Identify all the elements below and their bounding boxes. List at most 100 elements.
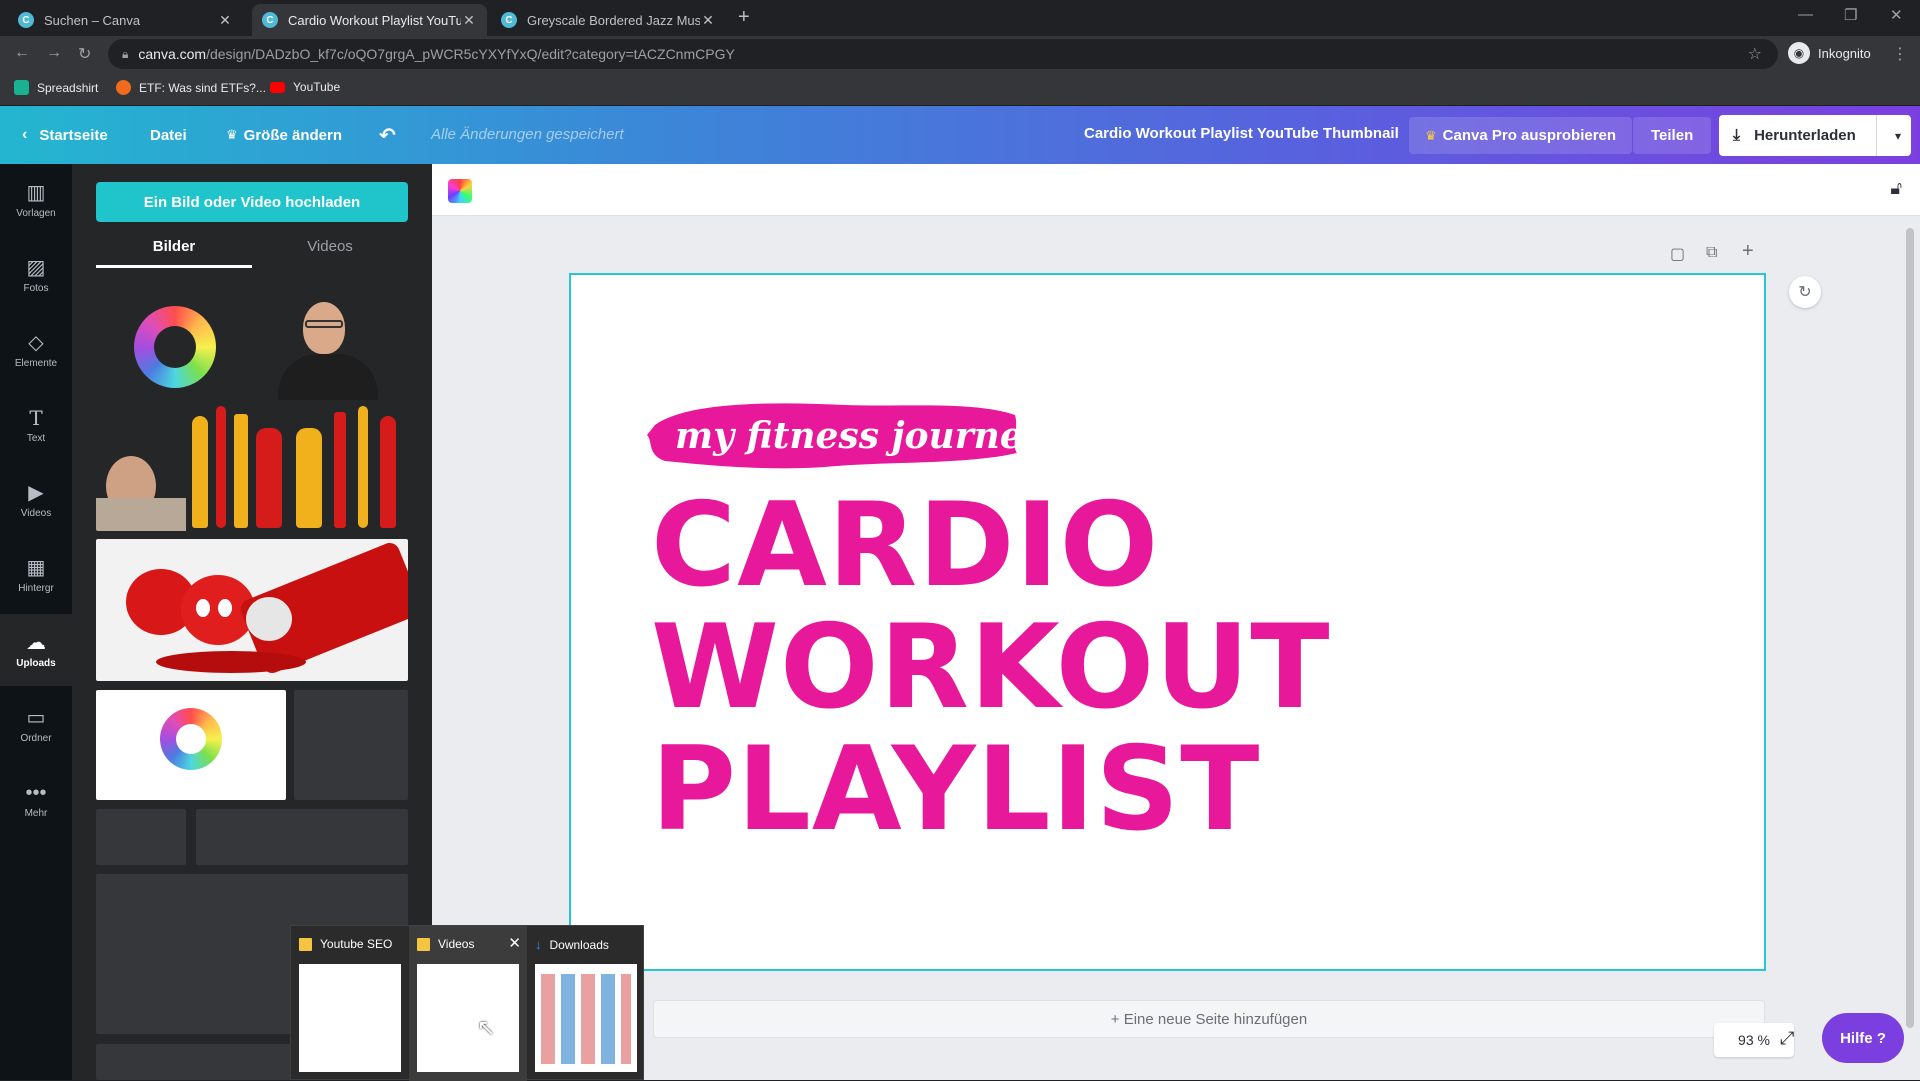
portrait-face bbox=[303, 302, 345, 354]
bookmark-star-icon[interactable]: ☆ bbox=[1748, 44, 1762, 64]
home-button[interactable]: ‹ Startseite bbox=[22, 106, 108, 164]
more-icon: ••• bbox=[25, 781, 47, 804]
url-path: /design/DADzbO_kf7c/oQO7grgA_pWCR5cYXYfY… bbox=[206, 46, 735, 62]
tab-videos[interactable]: Videos bbox=[252, 238, 408, 268]
rail-item-hintergrund[interactable]: ▦ Hintergr bbox=[0, 539, 72, 611]
saved-status: Alle Änderungen gespeichert bbox=[431, 126, 624, 143]
file-menu-button[interactable]: Datei bbox=[150, 106, 187, 164]
crown-icon: ♛ bbox=[226, 127, 238, 142]
rail-item-elemente[interactable]: ◇ Elemente bbox=[0, 314, 72, 386]
browser-toolbar: ← → ↻ 🔒︎ canva.com /design/DADzbO_kf7c/o… bbox=[0, 36, 1920, 72]
folder-icon bbox=[299, 937, 312, 951]
upload-thumb-color-diagram[interactable] bbox=[96, 690, 286, 800]
rail-item-vorlagen[interactable]: ▥ Vorlagen bbox=[0, 164, 72, 236]
pro-label: Canva Pro ausprobieren bbox=[1442, 127, 1617, 144]
color-picker-icon[interactable] bbox=[448, 179, 472, 203]
duplicate-page-icon[interactable]: ⧉ bbox=[1706, 244, 1717, 262]
close-tab-icon[interactable]: ✕ bbox=[461, 12, 477, 29]
portrait-shirt bbox=[278, 354, 378, 400]
headline-line: CARDIO bbox=[651, 478, 1160, 613]
undo-icon[interactable]: ↶ bbox=[379, 106, 396, 164]
rail-item-videos[interactable]: ▶ Videos bbox=[0, 464, 72, 536]
restore-icon[interactable]: ❐ bbox=[1844, 6, 1857, 24]
window-thumbnail bbox=[535, 964, 637, 1072]
lock-icon[interactable]: 🔓︎ bbox=[1890, 178, 1902, 199]
close-icon[interactable]: ✕ bbox=[508, 934, 521, 952]
back-icon[interactable]: ← bbox=[14, 44, 30, 62]
browser-tab-bar: C Suchen – Canva ✕ C Cardio Workout Play… bbox=[0, 0, 1920, 36]
color-wheel-hole bbox=[154, 326, 196, 368]
minimize-icon[interactable]: — bbox=[1798, 6, 1813, 23]
upload-thumb-placeholder[interactable] bbox=[196, 809, 408, 865]
bookmark-youtube[interactable]: YouTube bbox=[270, 80, 340, 94]
rail-item-text[interactable]: T Text bbox=[0, 389, 72, 461]
close-tab-icon[interactable]: ✕ bbox=[700, 12, 716, 29]
bookmark-spreadshirt[interactable]: Spreadshirt bbox=[14, 80, 98, 95]
headline-text[interactable]: CARDIO WORKOUT PLAYLIST bbox=[651, 485, 1331, 851]
rail-label: Fotos bbox=[23, 282, 49, 294]
upload-thumb-portrait[interactable] bbox=[258, 294, 408, 400]
address-bar[interactable]: 🔒︎ canva.com /design/DADzbO_kf7c/oQO7grg… bbox=[108, 39, 1778, 69]
browser-menu-icon[interactable]: ⋮ bbox=[1892, 44, 1908, 64]
rotate-icon[interactable]: ↻ bbox=[1789, 276, 1821, 308]
tomato-eye bbox=[196, 599, 210, 617]
rail-item-mehr[interactable]: ••• Mehr bbox=[0, 764, 72, 836]
reload-icon[interactable]: ↻ bbox=[78, 44, 91, 64]
url-host: canva.com bbox=[138, 46, 207, 62]
preview-title: Downloads bbox=[549, 937, 609, 952]
rail-label: Mehr bbox=[24, 807, 48, 819]
close-window-icon[interactable]: ✕ bbox=[1890, 6, 1903, 24]
share-button[interactable]: Teilen bbox=[1633, 117, 1712, 154]
tab-title: Cardio Workout Playlist YouTube bbox=[288, 12, 461, 28]
knife-yellow bbox=[358, 406, 368, 528]
add-new-page-button[interactable]: + Eine neue Seite hinzufügen bbox=[653, 1000, 1765, 1038]
resize-button[interactable]: ♛ Größe ändern bbox=[226, 106, 342, 164]
upload-thumb-tomatoes[interactable] bbox=[96, 539, 408, 681]
upload-thumb-placeholder[interactable] bbox=[294, 690, 408, 800]
fullscreen-icon[interactable]: ⤢ bbox=[1780, 1028, 1794, 1049]
file-label: Datei bbox=[150, 126, 187, 144]
uploads-icon: ☁ bbox=[26, 631, 46, 654]
browser-tab-jazz-music[interactable]: C Greyscale Bordered Jazz Music Y ✕ bbox=[491, 4, 726, 36]
new-tab-icon[interactable]: + bbox=[738, 6, 750, 29]
browser-tab-cardio-workout[interactable]: C Cardio Workout Playlist YouTube ✕ bbox=[252, 4, 487, 36]
rail-item-uploads[interactable]: ☁ Uploads bbox=[0, 614, 72, 686]
try-canva-pro-button[interactable]: ♛ Canva Pro ausprobieren bbox=[1409, 117, 1633, 154]
upload-thumb-placeholder[interactable] bbox=[96, 809, 186, 865]
canva-header: ‹ Startseite Datei ♛ Größe ändern ↶ Alle… bbox=[0, 106, 1920, 164]
background-icon: ▦ bbox=[26, 556, 46, 579]
help-button[interactable]: Hilfe ? bbox=[1822, 1013, 1904, 1063]
editor-toolbar: 🔓︎ bbox=[432, 164, 1920, 216]
close-tab-icon[interactable]: ✕ bbox=[217, 12, 233, 29]
browser-tab-search-canva[interactable]: C Suchen – Canva ✕ bbox=[8, 4, 243, 36]
incognito-icon: ◉ bbox=[1788, 42, 1810, 64]
bookmark-label: YouTube bbox=[293, 80, 341, 94]
incognito-profile[interactable]: ◉ Inkognito bbox=[1788, 42, 1871, 64]
share-label: Teilen bbox=[1651, 127, 1694, 144]
preview-window-videos[interactable]: Videos ✕ bbox=[409, 926, 527, 1081]
vertical-scrollbar[interactable] bbox=[1906, 228, 1914, 1028]
preview-title: Youtube SEO bbox=[320, 937, 393, 951]
download-label: Herunterladen bbox=[1754, 127, 1856, 144]
design-canvas[interactable]: my fitness journey CARDIO WORKOUT PLAYLI… bbox=[569, 273, 1766, 971]
preview-window-downloads[interactable]: ↓ Downloads bbox=[527, 926, 645, 1081]
tab-title: Suchen – Canva bbox=[44, 12, 141, 28]
page-notes-icon[interactable]: ▢ bbox=[1670, 244, 1685, 264]
bookmark-etf[interactable]: ETF: Was sind ETFs?... bbox=[116, 80, 266, 95]
forward-icon[interactable]: → bbox=[46, 44, 62, 62]
design-title[interactable]: Cardio Workout Playlist YouTube Thumbnai… bbox=[1084, 125, 1399, 142]
tagline-text[interactable]: my fitness journey bbox=[675, 415, 1044, 457]
upload-thumb-cutlery[interactable] bbox=[96, 406, 408, 531]
chevron-down-icon[interactable]: ▾ bbox=[1895, 129, 1901, 143]
rail-item-fotos[interactable]: ▨ Fotos bbox=[0, 239, 72, 311]
add-page-icon[interactable]: + bbox=[1742, 240, 1754, 263]
rail-label: Uploads bbox=[16, 657, 56, 669]
upload-thumb-color-wheel[interactable] bbox=[96, 294, 252, 400]
tab-bilder[interactable]: Bilder bbox=[96, 238, 252, 268]
upload-media-button[interactable]: Ein Bild oder Video hochladen bbox=[96, 182, 408, 222]
window-thumbnail bbox=[417, 964, 519, 1072]
preview-window-youtube-seo[interactable]: Youtube SEO bbox=[291, 926, 409, 1081]
bookmark-label: Spreadshirt bbox=[37, 80, 99, 95]
download-button[interactable]: ⤓ Herunterladen ▾ bbox=[1719, 115, 1911, 156]
rail-item-ordner[interactable]: ▭ Ordner bbox=[0, 689, 72, 761]
